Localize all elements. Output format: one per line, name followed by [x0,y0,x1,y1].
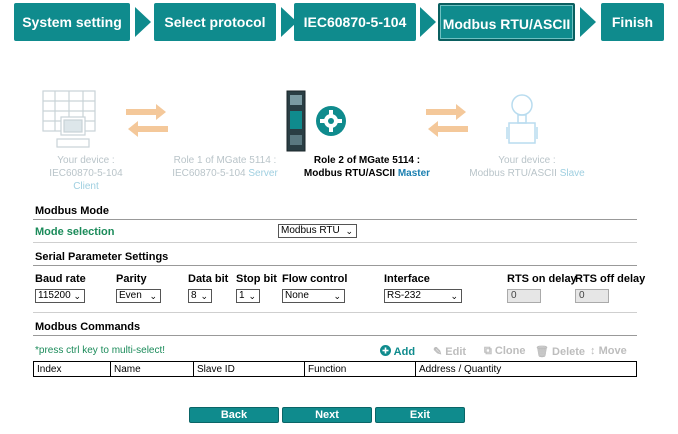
pencil-icon: ✎ [433,346,443,358]
data-bit-header: Data bit [188,273,229,285]
mode-selection-label: Mode selection [35,226,115,238]
column-header: Address / Quantity [415,361,637,377]
interface-header: Interface [384,273,430,285]
parity-header: Parity [116,273,147,285]
mgate-device-icon [286,90,306,152]
stop-bit-header: Stop bit [236,273,277,285]
step-arrow [135,7,151,37]
clone-icon: ⧉ [484,345,492,357]
divider [33,312,637,313]
move-icon: ↕ [590,345,596,357]
column-header: Name [110,361,194,377]
step-select-protocol[interactable]: Select protocol [154,3,276,41]
clone-command-button[interactable]: ⧉ Clone [484,345,525,358]
step-modbus-rtu-ascii[interactable]: Modbus RTU/ASCII [438,3,575,41]
move-command-button[interactable]: ↕ Move [590,345,627,357]
back-button[interactable]: Back [190,408,278,422]
exchange-arrows-icon [426,104,468,137]
divider [33,219,637,220]
step-iec60870[interactable]: IEC60870-5-104 [294,3,416,41]
rts-on-delay-input[interactable]: 0 [507,289,541,303]
modbus-commands-title: Modbus Commands [35,321,141,333]
data-bit-select[interactable]: 8 ⌄ [188,289,212,303]
role2-caption: Role 2 of MGate 5114 : Modbus RTU/ASCII … [303,155,431,179]
commands-table: Index Name Slave ID Function Address / Q… [33,361,637,377]
flow-meter-icon [506,94,538,144]
step-finish[interactable]: Finish [601,3,664,41]
step-system-setting[interactable]: System setting [14,3,130,41]
divider [33,242,637,243]
delete-command-button[interactable]: 🗑 Delete [535,345,585,358]
computer-rack-icon [42,90,96,148]
step-arrow [580,7,596,37]
exit-button[interactable]: Exit [376,408,464,422]
wizard-steps: System setting Select protocol IEC60870-… [14,3,664,41]
mode-selection-select[interactable]: Modbus RTU ⌄ [278,224,357,238]
rts-off-delay-input[interactable]: 0 [575,289,609,303]
column-header: Function [304,361,416,377]
column-header: Index [33,361,111,377]
divider [33,265,637,266]
multi-select-hint: *press ctrl key to multi-select! [35,345,166,356]
rts-off-header: RTS off delay [575,273,646,285]
rts-on-header: RTS on delay [507,273,577,285]
right-device-caption: Your device : Modbus RTU/ASCII Slave [469,155,585,179]
interface-select[interactable]: RS-232 ⌄ [384,289,462,303]
add-icon [380,345,391,356]
next-button[interactable]: Next [283,408,371,422]
stop-bit-select[interactable]: 1 ⌄ [236,289,260,303]
parity-select[interactable]: Even ⌄ [116,289,161,303]
column-header: Slave ID [193,361,305,377]
exchange-arrows-icon [126,104,168,137]
flow-control-header: Flow control [282,273,348,285]
role1-caption: Role 1 of MGate 5114 : IEC60870-5-104 Se… [172,155,278,179]
modbus-mode-title: Modbus Mode [35,205,109,217]
gear-icon [316,106,346,136]
add-command-button[interactable]: Add [380,345,415,358]
edit-command-button[interactable]: ✎ Edit [433,345,466,358]
table-header-row: Index Name Slave ID Function Address / Q… [33,361,637,377]
divider [33,335,637,336]
flow-control-select[interactable]: None ⌄ [282,289,345,303]
trash-icon: 🗑 [535,346,549,358]
baud-rate-select[interactable]: 115200 ⌄ [35,289,85,303]
left-device-caption: Your device : IEC60870-5-104 Client [49,155,123,192]
baud-rate-header: Baud rate [35,273,86,285]
step-arrow [420,7,436,37]
serial-settings-title: Serial Parameter Settings [35,251,169,263]
